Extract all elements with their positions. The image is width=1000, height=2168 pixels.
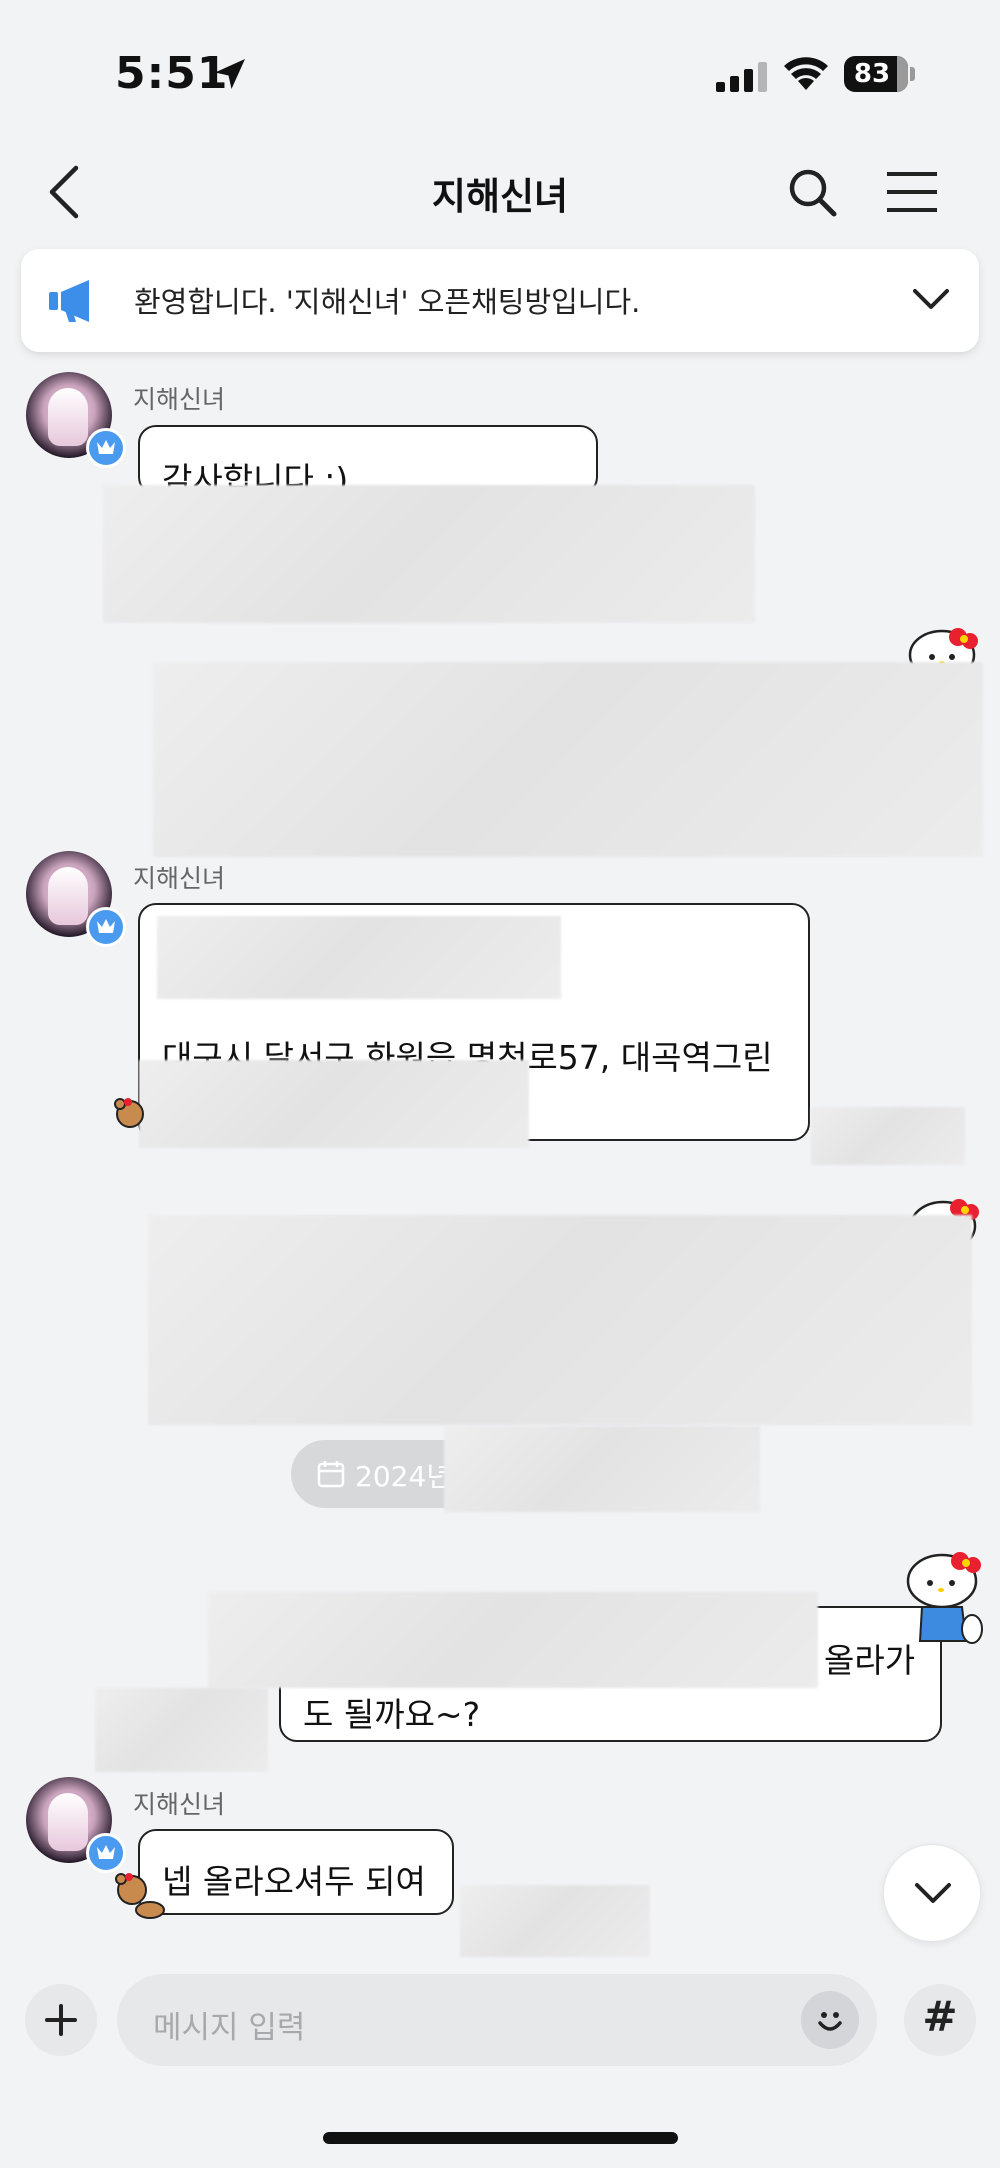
redacted-area <box>103 485 755 623</box>
megaphone-icon <box>49 280 89 322</box>
redacted-area <box>208 1592 818 1688</box>
smile-icon <box>818 2012 842 2031</box>
message-input-placeholder: 메시지 입력 <box>153 2010 306 2046</box>
bear-sticker-icon <box>115 1873 165 1919</box>
notice-banner[interactable]: 환영합니다. '지해신녀' 오픈채팅방입니다. <box>21 249 979 352</box>
crown-icon <box>97 919 115 933</box>
wifi-icon <box>784 57 828 90</box>
message-input[interactable]: 메시지 입력 <box>117 1974 877 2066</box>
hash-icon: # <box>922 1992 958 2041</box>
hello-kitty-sticker-icon <box>906 1552 983 1644</box>
avatar[interactable] <box>26 372 126 468</box>
redacted-area <box>153 662 983 857</box>
battery-indicator: 83 <box>844 56 916 92</box>
message-bubble[interactable]: 넵 올라오셔두 되여 <box>138 1829 454 1915</box>
sender-name: 지해신녀 <box>133 864 226 893</box>
calendar-icon <box>317 1461 345 1488</box>
redacted-area <box>460 1885 650 1957</box>
chevron-down-icon <box>915 1883 951 1903</box>
redacted-area <box>811 1107 965 1165</box>
notice-text: 환영합니다. '지해신녀' 오픈채팅방입니다. <box>134 285 641 319</box>
cellular-signal-icon <box>716 62 767 92</box>
sender-name: 지해신녀 <box>133 1790 226 1819</box>
emoticon-button[interactable] <box>801 1991 859 2049</box>
crown-icon <box>97 440 115 454</box>
location-arrow-icon <box>215 59 245 89</box>
redacted-area <box>157 916 561 999</box>
message-text: 넵 올라오셔두 되여 <box>162 1862 426 1901</box>
redacted-area <box>95 1688 268 1772</box>
host-crown-badge <box>86 428 126 468</box>
avatar[interactable] <box>26 1777 126 1873</box>
scroll-to-bottom-button[interactable] <box>883 1844 981 1942</box>
host-crown-badge <box>86 907 126 947</box>
redacted-area <box>139 1060 529 1148</box>
avatar[interactable] <box>26 851 126 947</box>
plus-icon <box>45 2004 77 2036</box>
search-icon[interactable] <box>786 166 838 218</box>
crown-icon <box>97 1845 115 1859</box>
chevron-down-icon[interactable] <box>911 285 951 313</box>
hashtag-button[interactable]: # <box>904 1984 976 2056</box>
host-crown-badge <box>86 1833 126 1873</box>
redacted-area <box>148 1215 972 1425</box>
menu-icon[interactable] <box>884 170 940 214</box>
bear-sticker-icon <box>114 1098 144 1128</box>
message-text-line2: 도 될까요~? <box>303 1695 481 1734</box>
date-text: 2024년 <box>355 1460 453 1493</box>
sender-name: 지해신녀 <box>133 385 226 414</box>
chat-title: 지해신녀 <box>431 175 569 218</box>
home-indicator <box>323 2132 678 2144</box>
redacted-area <box>444 1426 760 1512</box>
attach-button[interactable] <box>25 1984 97 2056</box>
battery-percent: 83 <box>853 59 891 89</box>
